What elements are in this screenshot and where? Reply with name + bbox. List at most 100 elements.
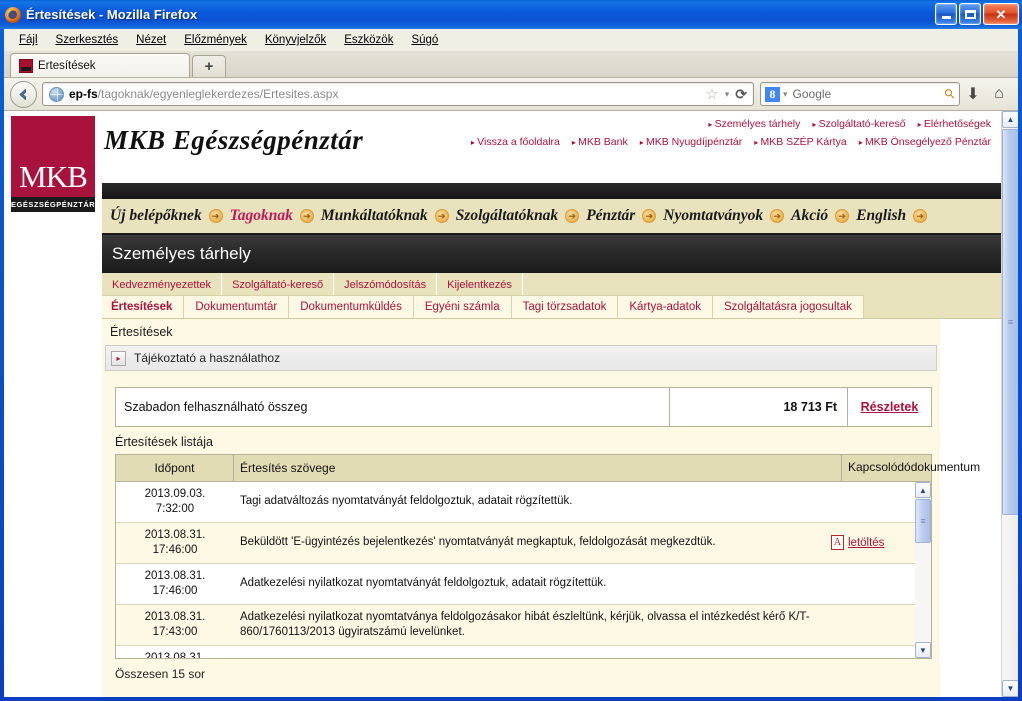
cell-message: Adatkezelési nyilatkozat nyomtatványát f… [240, 577, 607, 590]
nav-arrow-icon: ➔ [770, 209, 785, 223]
nav-arrow-icon: ➔ [642, 209, 657, 223]
menu-nezet[interactable]: Nézet [127, 32, 175, 48]
menu-eszkozok-label: Eszközök [344, 34, 394, 46]
balance-details-link[interactable]: Részletek [847, 388, 931, 426]
table-row[interactable]: 2013.08.31. 17:43:00 Adatkezelési nyilatk… [116, 604, 915, 646]
menu-elozmenyek-label: Előzmények [184, 34, 247, 46]
bookmark-star-icon[interactable]: ☆ [705, 87, 718, 102]
browser-vertical-scrollbar[interactable]: ▲ ▼ [1001, 111, 1018, 697]
balance-summary: Szabadon felhasználható összeg 18 713 Ft… [115, 387, 932, 427]
download-link[interactable]: letöltés [848, 537, 884, 549]
tab-ertesitesek[interactable]: Értesítések [102, 295, 185, 318]
tab-kartya-adatok[interactable]: Kártya-adatok [618, 295, 713, 318]
table-row[interactable]: 2013.08.31. 17:46:00 Beküldött 'E-ügyinté… [116, 522, 915, 564]
table-body-scroll-area: 2013.09.03. 7:32:00 Tagi adatváltozás nyo… [116, 482, 931, 658]
back-button[interactable] [10, 80, 37, 108]
table-row[interactable]: 2013.08.31. 17:46:00 Adatkezelési nyilatk… [116, 563, 915, 605]
cell-document [825, 482, 915, 522]
browser-tab-label: Értesítések [38, 59, 96, 72]
browser-tab-ertesitesek[interactable]: Értesítések [10, 53, 190, 77]
tab-dokumentumkuldes[interactable]: Dokumentumküldés [289, 295, 414, 318]
midlink-mkb-onsegelyezo-penztar[interactable]: MKB Önsegélyező Pénztár [859, 136, 991, 148]
notifications-table: Időpont Értesítés szövege Kapcsolódó dok… [115, 454, 980, 659]
nav-english[interactable]: English [856, 207, 906, 225]
tab-szolgaltatasra-jogosultak[interactable]: Szolgáltatásra jogosultak [712, 295, 864, 318]
toplink-elerhetosegek[interactable]: Elérhetőségek [918, 118, 991, 130]
menu-sugo[interactable]: Súgó [402, 32, 447, 48]
balance-amount: 18 713 Ft [669, 388, 847, 426]
sub-navigation: Kedvezményezettek Szolgáltató-kereső Jel… [102, 273, 1001, 295]
menu-bar: Fájl Szerkesztés Nézet Előzmények Könyvj… [4, 29, 1018, 51]
minimize-button[interactable] [935, 3, 957, 25]
list-title: Értesítések listája [115, 435, 213, 449]
menu-konyvjelzok[interactable]: Könyvjelzők [256, 32, 335, 48]
chevron-down-icon[interactable]: ▾ [725, 89, 730, 100]
menu-konyvjelzok-label: Könyvjelzők [264, 34, 327, 46]
subnav-kedvezmenyezettek[interactable]: Kedvezményezettek [102, 273, 223, 295]
scroll-up-button[interactable]: ▲ [915, 482, 931, 498]
nav-tagoknak[interactable]: Tagoknak [230, 207, 293, 225]
masthead-divider [102, 183, 1001, 199]
content-bottom-padding [102, 681, 940, 697]
mkb-favicon-icon [19, 58, 33, 73]
section-header: Személyes tárhely [102, 235, 1001, 273]
menu-elozmenyek[interactable]: Előzmények [175, 32, 256, 48]
downloads-icon[interactable]: ⬇ [960, 84, 986, 104]
search-icon[interactable]: ⚲ [941, 85, 959, 103]
page-content: Értesítések ▸ Tájékoztató a használathoz… [102, 319, 980, 697]
menu-szerkesztes[interactable]: Szerkesztés [47, 32, 128, 48]
row-date: 2013.08.31. [144, 569, 206, 582]
new-tab-button[interactable]: + [192, 55, 226, 77]
tab-egyeni-szamla[interactable]: Egyéni számla [413, 295, 512, 318]
expand-toggle-icon[interactable]: ▸ [111, 350, 126, 366]
address-bar[interactable]: ep-fs /tagoknak/egyenleglekerdezes/Ertes… [42, 82, 754, 106]
nav-akcio[interactable]: Akció [791, 207, 828, 225]
nav-nyomtatvanyok[interactable]: Nyomtatványok [663, 207, 763, 225]
page-scroll-up-button[interactable]: ▲ [1002, 111, 1018, 128]
search-engine-chevron-icon[interactable]: ▾ [783, 89, 788, 100]
table-vertical-scrollbar[interactable]: ▲ ▼ [915, 482, 931, 658]
menu-eszkozok[interactable]: Eszközök [335, 32, 402, 48]
cell-timestamp: 2013.08.31.17:39:00 [116, 646, 234, 658]
mkb-logo-text: MKB [19, 159, 88, 194]
cell-timestamp: 2013.08.31. 17:43:00 [116, 605, 234, 645]
cell-document [825, 564, 915, 604]
midlink-mkb-szep-kartya[interactable]: MKB SZÉP Kártya [754, 136, 847, 148]
page-scrollbar-thumb[interactable] [1002, 129, 1018, 515]
menu-fajl[interactable]: Fájl [10, 32, 47, 48]
toplink-szolgaltato-kereso[interactable]: Szolgáltató-kereső [812, 118, 906, 130]
toplink-szemelyes-tarhely[interactable]: Személyes tárhely [708, 118, 801, 130]
midlink-mkb-bank[interactable]: MKB Bank [572, 136, 628, 148]
midlink-mkb-nyugdijpenztar[interactable]: MKB Nyugdíjpénztár [640, 136, 742, 148]
navigation-toolbar: ep-fs /tagoknak/egyenleglekerdezes/Ertes… [4, 78, 1018, 111]
window-controls: ✕ [935, 3, 1019, 25]
nav-szolgaltatoknak[interactable]: Szolgáltatóknak [456, 207, 559, 225]
reload-icon[interactable]: ⟳ [735, 86, 747, 103]
page-scroll-down-button[interactable]: ▼ [1002, 680, 1018, 697]
cell-timestamp: 2013.08.31. 17:46:00 [116, 564, 234, 604]
table-row[interactable]: 2013.09.03. 7:32:00 Tagi adatváltozás nyo… [116, 482, 915, 523]
search-input-placeholder[interactable]: Google [793, 87, 832, 101]
scroll-down-button[interactable]: ▼ [915, 642, 931, 658]
home-icon[interactable]: ⌂ [986, 85, 1012, 103]
table-row[interactable]: 2013.08.31.17:39:00 Beküldött 'E-ügyinté… [116, 645, 915, 658]
menu-nezet-label: Nézet [136, 34, 167, 46]
mkb-logo[interactable]: MKB EGÉSZSÉGPÉNZTÁR [11, 116, 95, 212]
nav-uj-belepoknek[interactable]: Új belépőknek [110, 207, 202, 225]
nav-munkaltatoknak[interactable]: Munkáltatóknak [321, 207, 428, 225]
nav-penztar[interactable]: Pénztár [586, 207, 635, 225]
search-bar[interactable]: 8 ▾ Google ⚲ [760, 82, 960, 106]
row-time: 17:46:00 [152, 584, 198, 597]
maximize-button[interactable] [959, 3, 981, 25]
info-accordion[interactable]: ▸ Tájékoztató a használathoz [105, 345, 937, 371]
midlink-vissza-a-fooldalra[interactable]: Vissza a főoldalra [471, 136, 560, 148]
subnav-szolgaltato-kereso[interactable]: Szolgáltató-kereső [222, 273, 335, 295]
tab-dokumentumtar[interactable]: Dokumentumtár [184, 295, 290, 318]
nav-arrow-icon: ➔ [208, 209, 223, 223]
scrollbar-thumb[interactable] [915, 499, 931, 543]
close-button[interactable]: ✕ [983, 3, 1019, 25]
content-title: Értesítések [102, 319, 940, 345]
subnav-jelszomodositas[interactable]: Jelszómódosítás [334, 273, 438, 295]
tab-tagi-torzsadatok[interactable]: Tagi törzsadatok [511, 295, 619, 318]
subnav-kijelentkezes[interactable]: Kijelentkezés [437, 273, 523, 295]
